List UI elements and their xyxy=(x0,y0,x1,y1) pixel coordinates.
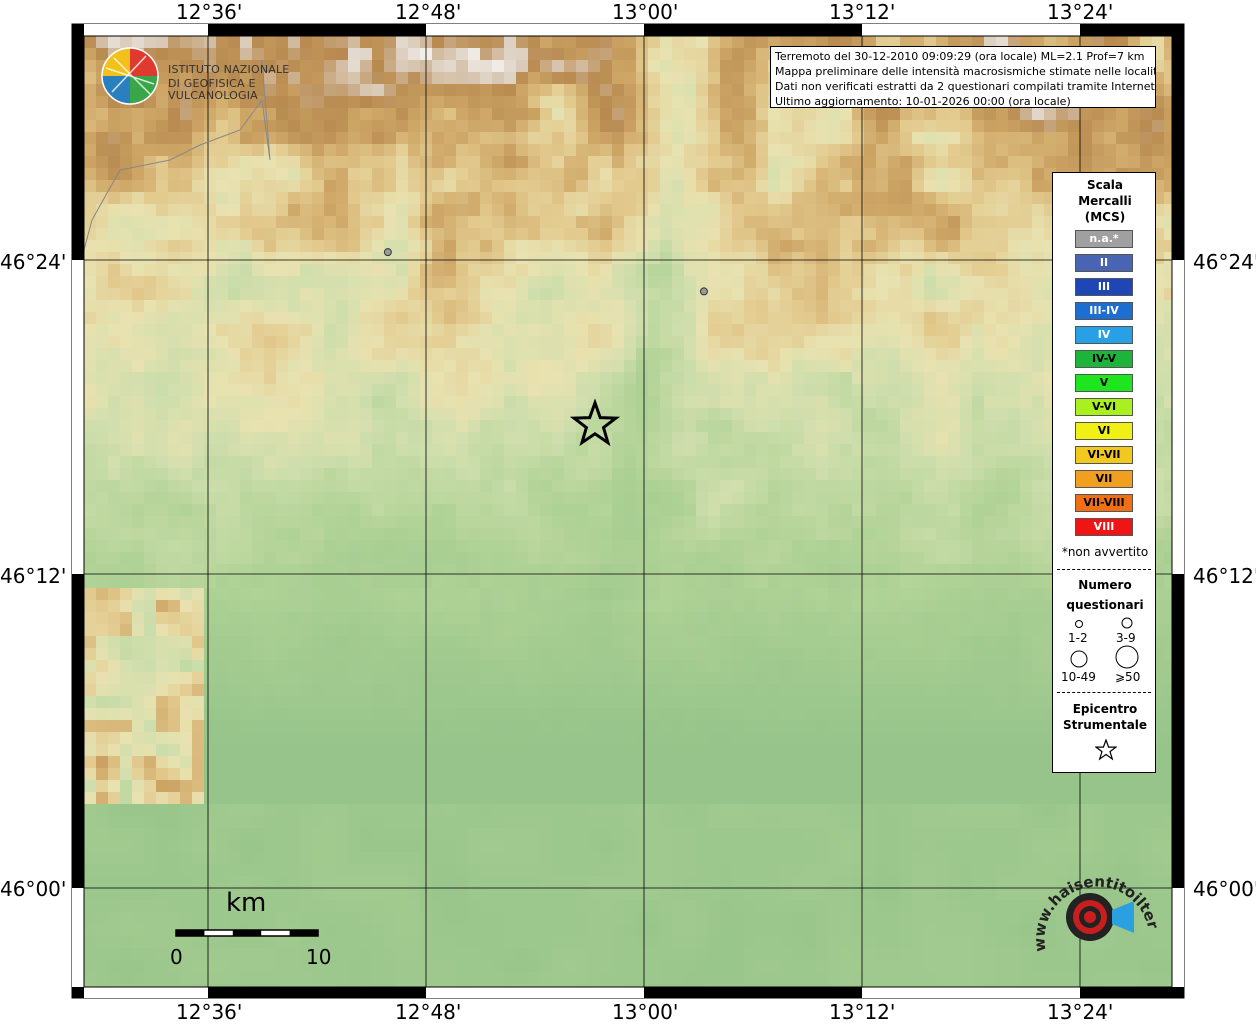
scale-min: 0 xyxy=(170,945,183,969)
legend-intensity-item: III xyxy=(1075,278,1133,296)
lon-label-top: 13°12' xyxy=(829,0,896,24)
haisentito-badge[interactable]: www.haisentitoilterremoto.it xyxy=(1022,841,1165,980)
lon-label-top: 12°36' xyxy=(176,0,243,24)
locality-point[interactable] xyxy=(699,287,708,296)
lon-label-top: 13°24' xyxy=(1047,0,1114,24)
legend-title: Scala Mercalli (MCS) xyxy=(1053,177,1157,225)
questionnaire-title: Numero questionari xyxy=(1053,575,1157,615)
q-label: 1-2 xyxy=(1068,631,1088,645)
scale-unit: km xyxy=(226,888,267,918)
legend-intensity-item: n.a.* xyxy=(1075,230,1133,248)
lon-label-bottom: 12°48' xyxy=(395,1000,462,1024)
legend-title-line: Scala xyxy=(1086,178,1124,192)
symbol-10-49-icon xyxy=(1070,650,1088,668)
globe-icon xyxy=(101,47,159,105)
legend-panel: Scala Mercalli (MCS) n.a.* II III III-IV IV I… xyxy=(1052,172,1156,773)
legend-intensity-item: V xyxy=(1075,374,1133,392)
legend-divider xyxy=(1057,569,1151,570)
logo-line-1: ISTITUTO NAZIONALE xyxy=(168,63,290,76)
epicenter-title-line: Strumentale xyxy=(1062,718,1148,732)
event-info-box: Terremoto del 30-12-2010 09:09:29 (ora l… xyxy=(770,46,1156,108)
legend-intensity-item: VIII xyxy=(1075,518,1133,536)
locality-point[interactable] xyxy=(383,248,392,257)
scale-bar xyxy=(175,929,319,937)
questionnaire-title-line: Numero xyxy=(1078,578,1132,592)
q-label: 10-49 xyxy=(1061,670,1096,684)
legend-intensity-item: IV xyxy=(1075,326,1133,344)
legend-intensity-item: VII xyxy=(1075,470,1133,488)
logo-line-2: DI GEOFISICA E VULCANOLOGIA xyxy=(168,77,258,102)
symbol-1-2-icon xyxy=(1075,620,1083,628)
lon-label-bottom: 13°00' xyxy=(612,1000,679,1024)
epicenter-title-line: Epicentro xyxy=(1072,702,1138,716)
event-info-line: Dati non verificati estratti da 2 questi… xyxy=(775,80,1156,93)
lat-label-right: 46°24' xyxy=(1193,250,1256,274)
haisentito-logo-icon: www.haisentitoilterremoto.it xyxy=(1022,841,1162,953)
scale-max: 10 xyxy=(306,945,332,969)
lat-label-left: 46°00' xyxy=(0,877,67,901)
legend-intensity-item: III-IV xyxy=(1075,302,1133,320)
legend-intensity-item: VI xyxy=(1075,422,1133,440)
lat-label-right: 46°12' xyxy=(1193,564,1256,588)
lon-label-top: 12°48' xyxy=(395,0,462,24)
symbol-50-icon xyxy=(1115,645,1139,669)
event-info-line: Mappa preliminare delle intensità macros… xyxy=(775,65,1156,78)
q-label: 3-9 xyxy=(1116,631,1136,645)
legend-title-line: (MCS) xyxy=(1084,210,1126,224)
symbol-3-9-icon xyxy=(1121,617,1133,629)
lon-label-bottom: 13°24' xyxy=(1047,1000,1114,1024)
legend-note: *non avvertito xyxy=(1061,545,1149,559)
lat-label-right: 46°00' xyxy=(1193,877,1256,901)
epicenter-legend-star-icon xyxy=(1095,739,1117,761)
questionnaire-title-line: questionari xyxy=(1066,598,1144,612)
epicenter-title: Epicentro Strumentale xyxy=(1053,701,1157,733)
legend-intensity-item: IV-V xyxy=(1075,350,1133,368)
lat-label-left: 46°12' xyxy=(0,564,67,588)
lon-label-bottom: 12°36' xyxy=(176,1000,243,1024)
q-label: ⩾50 xyxy=(1115,670,1141,684)
lon-label-bottom: 13°12' xyxy=(829,1000,896,1024)
legend-intensity-item: VI-VII xyxy=(1075,446,1133,464)
legend-intensity-item: VII-VIII xyxy=(1075,494,1133,512)
lon-label-top: 13°00' xyxy=(612,0,679,24)
legend-title-line: Mercalli xyxy=(1078,194,1132,208)
legend-intensity-item: V-VI xyxy=(1075,398,1133,416)
event-info-line: Terremoto del 30-12-2010 09:09:29 (ora l… xyxy=(775,50,1145,63)
event-info-line: Ultimo aggiornamento: 10-01-2026 00:00 (… xyxy=(775,95,1071,108)
lat-label-left: 46°24' xyxy=(0,250,67,274)
ingv-logo: ISTITUTO NAZIONALE DI GEOFISICA E VULCAN… xyxy=(100,46,310,108)
legend-divider xyxy=(1057,692,1151,693)
legend-intensity-item: II xyxy=(1075,254,1133,272)
